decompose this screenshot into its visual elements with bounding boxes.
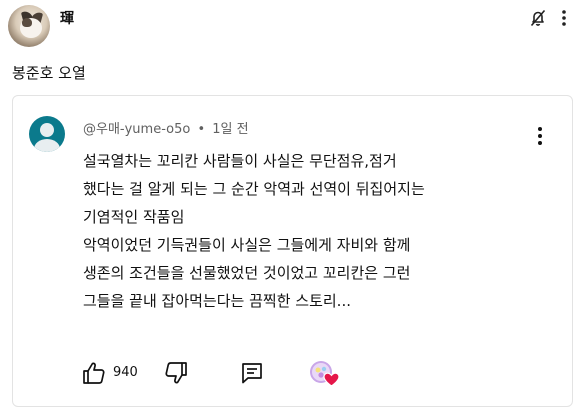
comment-line: 설국열차는 꼬리칸 사람들이 사실은 무단점유,점거 xyxy=(83,152,397,170)
more-vert-icon[interactable] xyxy=(561,8,567,28)
comment-handle[interactable]: @우매-yume-o5o xyxy=(83,122,190,137)
post-header: 琿 xyxy=(0,0,585,50)
comment-body: 설국열차는 꼬리칸 사람들이 사실은 무단점유,점거 했다는 걸 알게 되는 그… xyxy=(83,147,543,315)
like-count: 940 xyxy=(113,365,138,380)
creator-heart-icon[interactable] xyxy=(309,360,341,388)
quoted-comment-card: @우매-yume-o5o • 1일 전 설국열차는 꼬리칸 사람들이 사실은 무… xyxy=(12,95,573,407)
no-notification-icon[interactable] xyxy=(528,8,548,28)
post-text: 봉준호 오열 xyxy=(12,64,86,82)
comment-line: 했다는 걸 알게 되는 그 순간 악역과 선역이 뒤집어지는 xyxy=(83,180,425,198)
post-username[interactable]: 琿 xyxy=(60,8,74,28)
meta-separator: • xyxy=(197,122,206,137)
thumbs-up-icon[interactable] xyxy=(81,360,107,386)
comment-more-icon[interactable] xyxy=(537,126,543,146)
comment-line: 생존의 조건들을 선물했었던 것이었고 꼬리칸은 그런 xyxy=(83,264,411,282)
comment-line: 그들을 끝내 잡아먹는다는 끔찍한 스토리... xyxy=(83,292,351,310)
user-avatar[interactable] xyxy=(8,5,50,47)
thumbs-down-icon[interactable] xyxy=(163,360,189,386)
comment-avatar[interactable] xyxy=(29,116,65,152)
comment-time[interactable]: 1일 전 xyxy=(212,122,248,137)
comment-meta: @우매-yume-o5o • 1일 전 xyxy=(83,118,249,137)
comment-line: 악역이었던 기득권들이 사실은 그들에게 자비와 함께 xyxy=(83,236,411,254)
comment-line: 기염적인 작품임 xyxy=(83,208,185,226)
comment-actions: 940 xyxy=(13,356,574,390)
comment-icon[interactable] xyxy=(239,360,265,386)
